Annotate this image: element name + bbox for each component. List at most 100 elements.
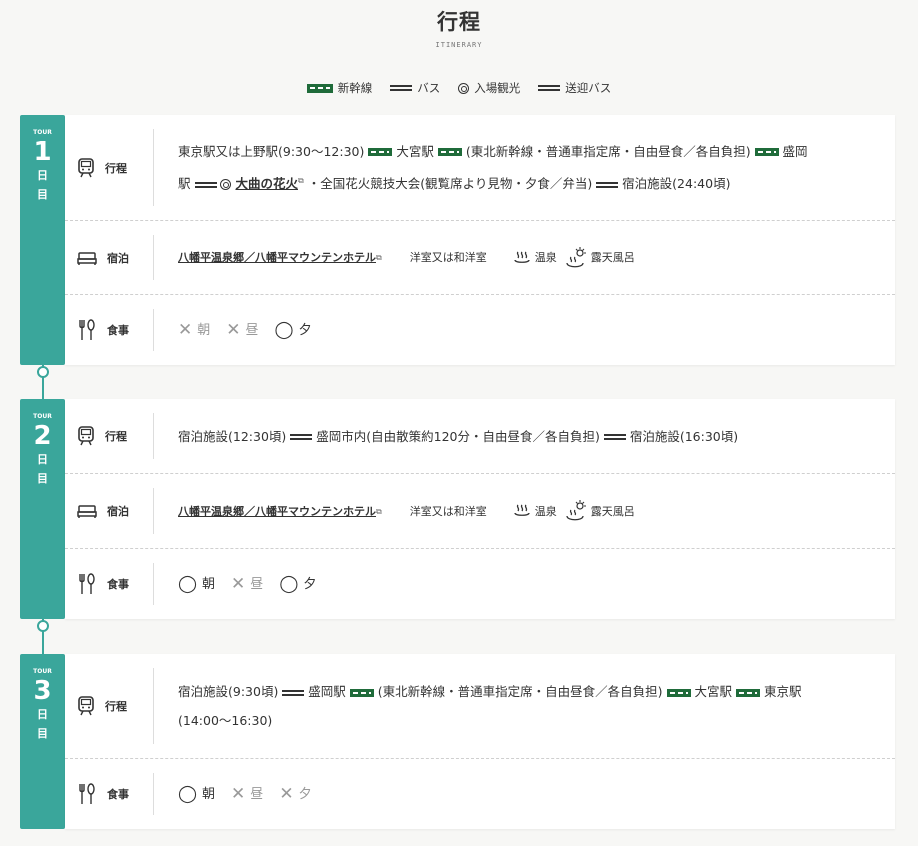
- itinerary-stop: 駅: [178, 176, 191, 192]
- itinerary-stop: 東京駅: [764, 684, 802, 699]
- omagari-fireworks-link[interactable]: 大曲の花火: [235, 176, 298, 191]
- meal-name: 朝: [197, 322, 211, 338]
- page-subtitle: ITINERARY: [435, 41, 483, 49]
- roten-label: 露天風呂: [590, 251, 635, 264]
- tour-label: TOUR: [33, 129, 52, 136]
- fork-spoon-icon: [79, 783, 95, 804]
- onsen-badge: 温泉: [513, 243, 557, 272]
- itinerary-content: 宿泊施設(12:30頃) 盛岡市内(自由散策約120分・自由昼食／各自負担) 宿…: [178, 399, 881, 473]
- itinerary-stop: 盛岡: [782, 143, 808, 159]
- meal-included-icon: ◯: [178, 783, 198, 804]
- bus-icon: [596, 181, 619, 188]
- meal-content: ✕ 朝 ✕ 昼 ◯ 夕: [178, 295, 881, 365]
- page-title: 行程: [437, 10, 481, 34]
- meal-name: 昼: [245, 322, 259, 338]
- day-tab: TOUR 1 日 目: [20, 115, 65, 365]
- hotel-link[interactable]: 八幡平温泉郷／八幡平マウンテンホテル: [178, 243, 376, 272]
- meal-breakfast: ✕ 朝: [178, 316, 210, 345]
- row-label: 食事: [77, 549, 129, 619]
- stay-content: 八幡平温泉郷／八幡平マウンテンホテル ⧉ 洋室又は和洋室 温泉 露天風呂: [178, 474, 881, 548]
- admission-sightseeing-icon: [458, 82, 470, 94]
- itinerary-content: 東京駅又は上野駅(9:30〜12:30) 大宮駅 (東北新幹線・普通車指定席・自…: [178, 115, 881, 220]
- bus-icon: [290, 434, 313, 440]
- meal-breakfast: ◯ 朝: [178, 780, 215, 809]
- day-connector-dot: [37, 366, 49, 378]
- shinkansen-icon: [349, 688, 374, 697]
- itinerary-stop: 大宮駅: [694, 684, 733, 699]
- meal-row: 食事 ◯ 朝 ✕ 昼 ✕ 夕: [65, 759, 895, 829]
- itinerary-stop: 東京駅又は上野駅(9:30〜12:30): [178, 143, 365, 159]
- fork-spoon-icon: [79, 319, 95, 340]
- external-link-icon: ⧉: [376, 253, 382, 262]
- itinerary-row: 行程 東京駅又は上野駅(9:30〜12:30) 大宮駅 (東北新幹線・普通車指定…: [65, 115, 895, 221]
- meal-not-included-icon: ✕: [279, 783, 294, 804]
- shinkansen-icon: [437, 148, 462, 157]
- meal-included-icon: ◯: [178, 573, 198, 594]
- external-link-icon: ⧉: [297, 175, 304, 185]
- shinkansen-icon: [754, 148, 779, 157]
- meal-included-icon: ◯: [274, 319, 294, 340]
- itinerary-stop: 宿泊施設(16:30頃): [629, 428, 739, 444]
- meal-not-included-icon: ✕: [226, 319, 241, 340]
- admission-sightseeing-icon: [220, 179, 232, 191]
- divider: [153, 668, 154, 744]
- meal-lunch: ✕ 昼: [226, 316, 258, 345]
- itinerary-stop: 宿泊施設(9:30頃): [178, 684, 279, 699]
- itinerary-stop: 盛岡駅: [308, 684, 346, 699]
- legend-item-shuttle: 送迎バス: [538, 80, 611, 96]
- outdoor-bath-icon: [566, 500, 586, 521]
- day-3: TOUR 3 日 目 行程 宿泊施設(9:30頃) 盛岡駅 (東北新幹線・普通車…: [20, 654, 895, 829]
- meal-name: 昼: [250, 786, 264, 802]
- day-char: 日: [37, 453, 48, 466]
- train-icon: [78, 426, 94, 446]
- divider: [153, 488, 154, 534]
- meal-name: 夕: [298, 786, 312, 802]
- bed-icon: [77, 251, 97, 265]
- meal-included-icon: ◯: [279, 573, 299, 594]
- row-label-text: 食事: [107, 324, 129, 337]
- divider: [153, 129, 154, 206]
- roten-label: 露天風呂: [590, 504, 635, 518]
- day-tab: TOUR 2 日 目: [20, 399, 65, 619]
- day-card: 行程 宿泊施設(12:30頃) 盛岡市内(自由散策約120分・自由昼食／各自負担…: [65, 399, 895, 619]
- bus-icon: [603, 434, 626, 440]
- train-icon: [78, 696, 94, 716]
- legend-item-admission: 入場観光: [458, 80, 520, 96]
- day-char: 目: [37, 188, 48, 201]
- day-char: 目: [37, 472, 48, 485]
- stay-row: 宿泊 八幡平温泉郷／八幡平マウンテンホテル ⧉ 洋室又は和洋室 温泉 露天風呂: [65, 474, 895, 549]
- itinerary-stop: 大宮駅: [396, 143, 434, 159]
- stay-row: 宿泊 八幡平温泉郷／八幡平マウンテンホテル ⧉ 洋室又は和洋室 温泉 露天風呂: [65, 221, 895, 295]
- meal-name: 朝: [202, 576, 216, 592]
- bus-icon: [282, 689, 305, 696]
- tour-label: TOUR: [33, 413, 52, 420]
- row-label-text: 行程: [105, 430, 127, 443]
- itinerary-lines: 東京駅又は上野駅(9:30〜12:30) 大宮駅 (東北新幹線・普通車指定席・自…: [178, 137, 808, 198]
- shinkansen-icon: [666, 688, 691, 697]
- row-label: 行程: [77, 399, 127, 473]
- day-tab: TOUR 3 日 目: [20, 654, 65, 829]
- hot-spring-icon: [514, 251, 530, 263]
- itinerary-lines: 宿泊施設(12:30頃) 盛岡市内(自由散策約120分・自由昼食／各自負担) 宿…: [178, 422, 738, 451]
- divider: [153, 413, 154, 459]
- onsen-badge: 温泉: [513, 497, 557, 526]
- hotel-link[interactable]: 八幡平温泉郷／八幡平マウンテンホテル: [178, 497, 376, 526]
- tour-label: TOUR: [33, 668, 52, 675]
- shinkansen-icon: [306, 83, 333, 93]
- shuttle-bus-icon: [538, 85, 561, 91]
- meal-dinner: ◯ 夕: [279, 570, 316, 599]
- train-icon: [78, 157, 94, 177]
- day-number: 2: [33, 421, 52, 451]
- outdoor-bath-icon: [566, 246, 586, 267]
- day-char: 日: [37, 169, 48, 182]
- shinkansen-icon: [368, 148, 393, 157]
- day-card: 行程 東京駅又は上野駅(9:30〜12:30) 大宮駅 (東北新幹線・普通車指定…: [65, 115, 895, 365]
- meal-name: 夕: [298, 322, 312, 338]
- row-label-text: 宿泊: [107, 251, 129, 265]
- roten-badge: 露天風呂: [565, 243, 635, 272]
- meal-lunch: ✕ 昼: [231, 570, 263, 599]
- itinerary-stop: ・全国花火競技大会(観覧席より見物・夕食／弁当): [307, 176, 593, 192]
- meal-content: ◯ 朝 ✕ 昼 ◯ 夕: [178, 549, 881, 619]
- itinerary-content: 宿泊施設(9:30頃) 盛岡駅 (東北新幹線・普通車指定席・自由昼食／各自負担)…: [178, 654, 881, 758]
- itinerary-lines: 宿泊施設(9:30頃) 盛岡駅 (東北新幹線・普通車指定席・自由昼食／各自負担)…: [178, 677, 802, 735]
